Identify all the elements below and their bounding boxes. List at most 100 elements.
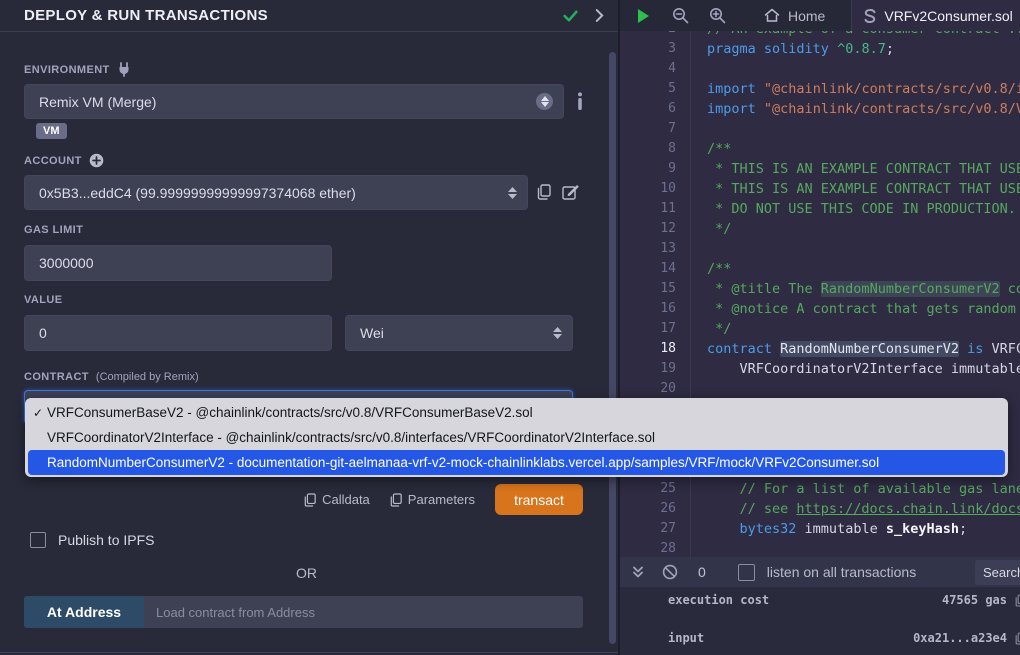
parameters-action[interactable]: Parameters [390,492,475,507]
environment-select[interactable]: Remix VM (Merge) [24,84,564,119]
line-content: /** [690,139,1020,159]
copy-calldata-icon[interactable] [304,493,316,507]
line-content [690,59,1020,79]
collapse-panel-chevron-icon[interactable] [595,9,604,22]
code-line[interactable]: 14/** [620,259,1020,279]
terminal-search-input[interactable]: Search [975,560,1020,585]
code-line[interactable]: 6import "@chainlink/contracts/src/v0.8/V… [620,99,1020,119]
line-content: VRFCoordinatorV2Interface immutable [690,359,1020,379]
gas-limit-input[interactable]: 3000000 [24,245,332,281]
parameters-label: Parameters [408,492,475,507]
terminal-row: input0xa21...a23e4 [668,631,1020,645]
code-line[interactable]: 15 * @title The RandomNumberConsumerV2 c… [620,279,1020,299]
copy-value-icon[interactable] [1015,594,1020,607]
contract-option-label: RandomNumberConsumerV2 - documentation-g… [47,455,879,470]
terminal-search-placeholder: Search [983,565,1020,580]
publish-to-ipfs-label: Publish to IPFS [58,532,155,548]
contract-dropdown-list: ✓VRFConsumerBaseV2 - @chainlink/contract… [25,398,1008,477]
account-label: ACCOUNT [24,153,104,168]
code-line[interactable]: 2// An example of a consumer contract ..… [620,31,1020,39]
zoom-out-icon[interactable] [672,7,689,24]
line-number: 13 [620,239,690,259]
tab-active-label: VRFv2Consumer.sol [884,8,1012,24]
line-number: 11 [620,199,690,219]
panel-bottom-divider [0,652,618,653]
zoom-in-icon[interactable] [709,7,726,24]
contract-option[interactable]: VRFCoordinatorV2Interface - @chainlink/c… [25,425,1008,450]
line-number: 14 [620,259,690,279]
code-line[interactable]: 16 * @notice A contract that gets random… [620,299,1020,319]
plug-icon[interactable] [117,62,131,77]
code-line[interactable]: 12 */ [620,219,1020,239]
gas-limit-value: 3000000 [39,255,94,271]
terminal-output[interactable]: execution cost47565 gasinput0xa21...a23e… [620,587,1020,655]
code-line[interactable]: 9 * THIS IS AN EXAMPLE CONTRACT THAT USE… [620,159,1020,179]
code-line[interactable]: 17 */ [620,319,1020,339]
line-content: * THIS IS AN EXAMPLE CONTRACT THAT USES [690,159,1020,179]
code-line[interactable]: 8/** [620,139,1020,159]
environment-stepper-icon[interactable] [536,93,553,110]
code-line[interactable]: 13 [620,239,1020,259]
line-content [690,239,1020,259]
copy-account-icon[interactable] [537,184,551,200]
environment-info-icon[interactable] [574,92,586,110]
at-address-input[interactable]: Load contract from Address [144,596,583,628]
line-number: 15 [620,279,690,299]
code-line[interactable]: 5import "@chainlink/contracts/src/v0.8/i… [620,79,1020,99]
edit-account-icon[interactable] [562,184,579,200]
line-number: 3 [620,39,690,59]
line-number: 25 [620,479,690,499]
code-line[interactable]: 11 * DO NOT USE THIS CODE IN PRODUCTION. [620,199,1020,219]
panel-scrollbar[interactable] [609,52,616,644]
publish-to-ipfs-checkbox[interactable] [30,532,46,548]
tab-vrfv2consumer[interactable]: VRFv2Consumer.sol [851,0,1020,31]
line-content [690,379,1020,399]
code-line[interactable]: 20 [620,379,1020,399]
value-unit-select[interactable]: Wei [345,315,573,351]
value-label: VALUE [24,294,62,306]
transact-button[interactable]: transact [495,484,583,515]
contract-option[interactable]: ✓VRFConsumerBaseV2 - @chainlink/contract… [25,400,1008,425]
contract-sublabel: (Compiled by Remix) [96,371,199,383]
line-content: pragma solidity ^0.8.7; [690,39,1020,59]
code-line[interactable]: 27 bytes32 immutable s_keyHash; [620,519,1020,539]
environment-value: Remix VM (Merge) [39,94,156,110]
code-line[interactable]: 28 [620,539,1020,557]
expand-terminal-icon[interactable] [632,566,644,579]
line-content: */ [690,219,1020,239]
value-unit: Wei [360,325,384,341]
listen-all-transactions-label: listen on all transactions [767,564,916,580]
code-editor[interactable]: 2// An example of a consumer contract ..… [620,31,1020,557]
line-content: contract RandomNumberConsumerV2 is VRFCo… [690,339,1020,359]
line-content: * @title The RandomNumberConsumerV2 con [690,279,1020,299]
transaction-count: 0 [698,564,706,580]
vm-badge: VM [36,123,67,139]
line-number: 5 [620,79,690,99]
deploy-actions-row: Calldata Parameters transact [0,484,583,515]
code-line[interactable]: 3pragma solidity ^0.8.7; [620,39,1020,59]
code-line[interactable]: 18contract RandomNumberConsumerV2 is VRF… [620,339,1020,359]
account-select[interactable]: 0x5B3...eddC4 (99.99999999999997374068 e… [24,175,528,210]
tab-home[interactable]: Home [750,0,839,31]
run-script-play-icon[interactable] [634,7,652,25]
code-line[interactable]: 19 VRFCoordinatorV2Interface immutable [620,359,1020,379]
value-input[interactable]: 0 [24,315,332,351]
line-number: 26 [620,499,690,519]
at-address-button[interactable]: At Address [24,596,144,628]
line-number: 27 [620,519,690,539]
add-account-icon[interactable] [89,153,104,168]
clear-console-icon[interactable] [662,564,678,580]
code-line[interactable]: 4 [620,59,1020,79]
line-number: 8 [620,139,690,159]
deploy-run-panel: DEPLOY & RUN TRANSACTIONS ENVIRONMENT Re… [0,0,618,655]
copy-value-icon[interactable] [1015,632,1020,645]
code-line[interactable]: 25 // For a list of available gas lanes [620,479,1020,499]
code-line[interactable]: 26 // see https://docs.chain.link/docs/ [620,499,1020,519]
remix-ide-window: DEPLOY & RUN TRANSACTIONS ENVIRONMENT Re… [0,0,1020,655]
code-line[interactable]: 7 [620,119,1020,139]
code-line[interactable]: 10 * THIS IS AN EXAMPLE CONTRACT THAT US… [620,179,1020,199]
listen-all-transactions-checkbox[interactable] [738,564,755,581]
calldata-action[interactable]: Calldata [304,492,370,507]
copy-parameters-icon[interactable] [390,493,402,507]
contract-option[interactable]: RandomNumberConsumerV2 - documentation-g… [28,450,1005,475]
